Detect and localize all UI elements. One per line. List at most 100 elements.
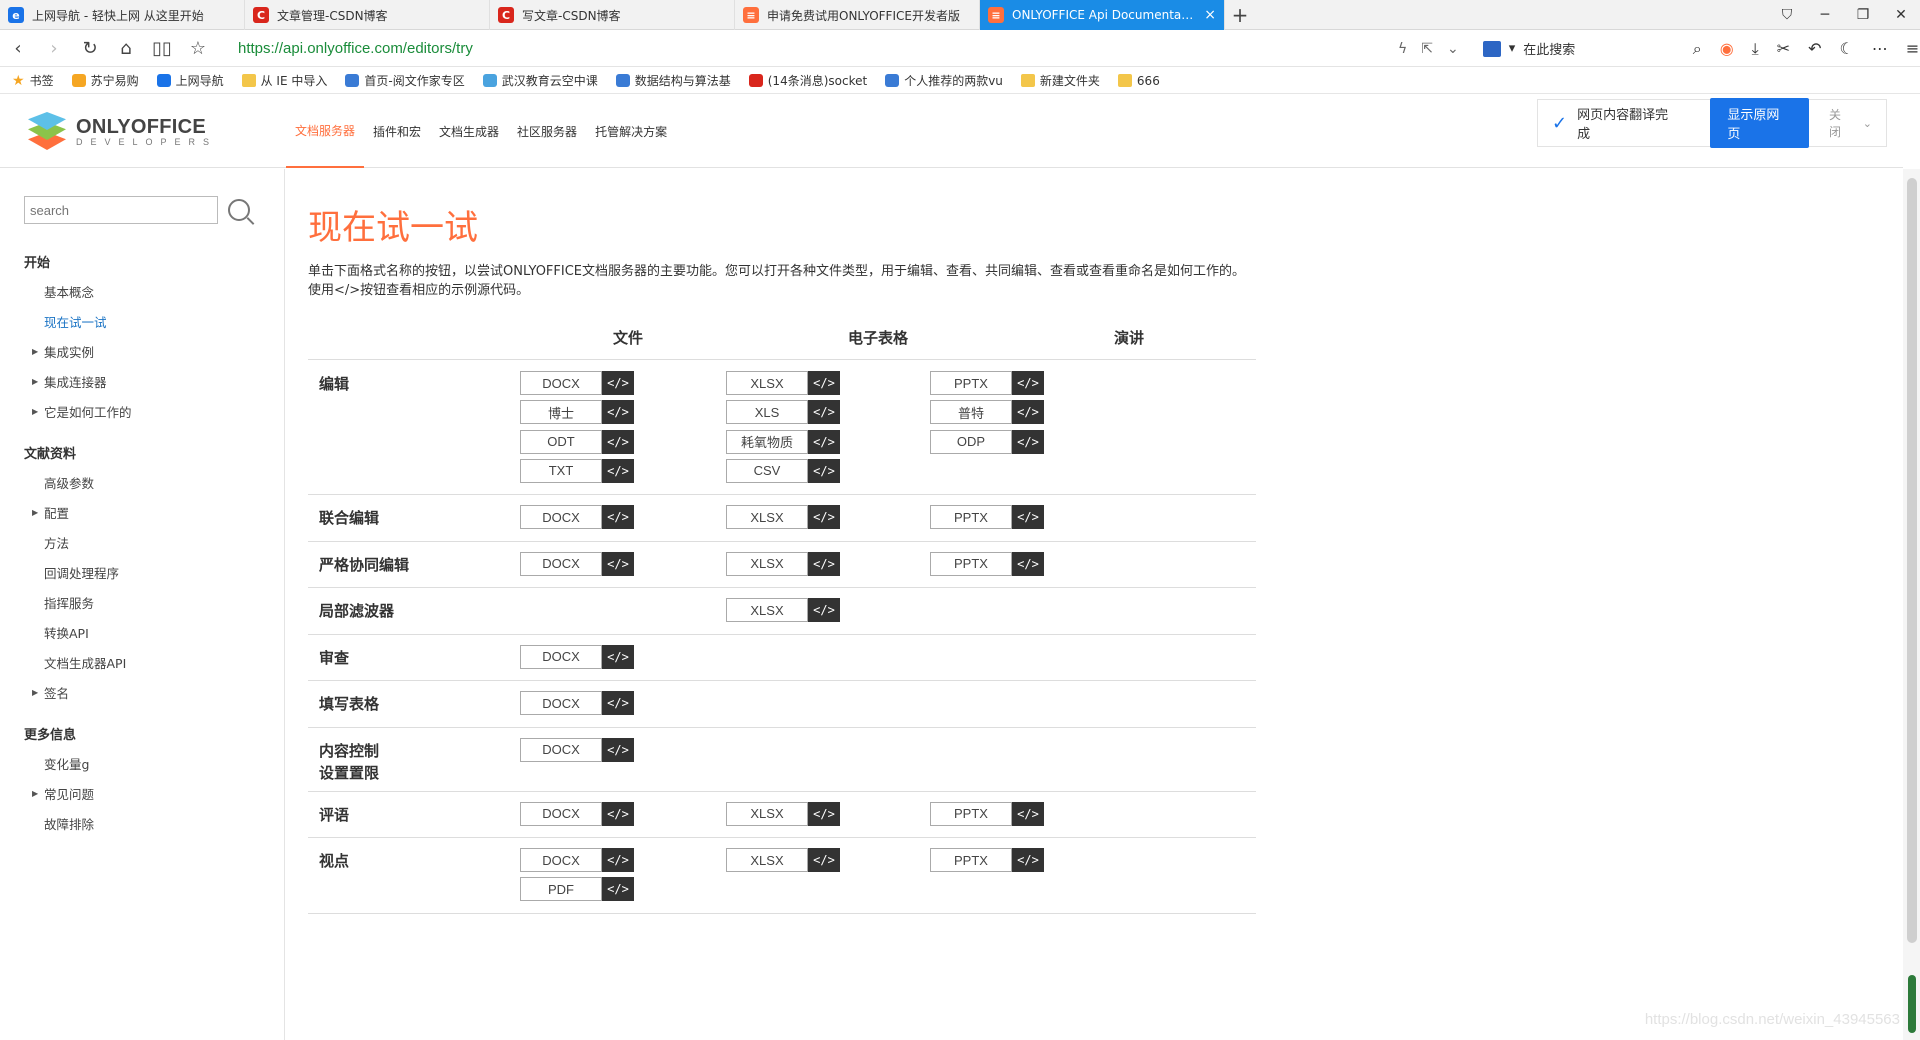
- view-code-button[interactable]: </>: [808, 371, 840, 395]
- view-code-button[interactable]: </>: [602, 801, 634, 826]
- share-icon[interactable]: ⇱: [1421, 41, 1433, 57]
- bookmark-item[interactable]: (14条消息)socket: [748, 72, 867, 89]
- open-format-button[interactable]: 博士: [520, 400, 602, 425]
- open-format-button[interactable]: DOCX: [520, 848, 602, 873]
- view-code-button[interactable]: </>: [1012, 848, 1044, 873]
- view-code-button[interactable]: </>: [808, 458, 840, 483]
- reload-button[interactable]: ↻: [72, 31, 108, 67]
- sidebar-item[interactable]: 故障排除: [24, 808, 274, 838]
- view-code-button[interactable]: </>: [602, 644, 634, 669]
- sidebar-item[interactable]: 现在试一试: [24, 306, 274, 336]
- chevron-down-icon[interactable]: ⌄: [1863, 117, 1872, 130]
- view-code-button[interactable]: </>: [1012, 400, 1044, 425]
- view-code-button[interactable]: </>: [1012, 801, 1044, 826]
- bookmark-item[interactable]: 上网导航: [156, 72, 224, 89]
- view-code-button[interactable]: </>: [602, 877, 634, 902]
- open-format-button[interactable]: PDF: [520, 877, 602, 902]
- view-code-button[interactable]: </>: [602, 848, 634, 873]
- bookmark-item[interactable]: 新建文件夹: [1020, 72, 1100, 89]
- view-code-button[interactable]: </>: [808, 551, 840, 576]
- forward-button[interactable]: ›: [36, 31, 72, 67]
- open-format-button[interactable]: DOCX: [520, 691, 602, 716]
- expand-triangle-icon[interactable]: ▶: [32, 377, 38, 386]
- open-format-button[interactable]: DOCX: [520, 551, 602, 576]
- night-mode-icon[interactable]: ☾: [1840, 39, 1854, 59]
- open-format-button[interactable]: PPTX: [930, 801, 1012, 826]
- flash-icon[interactable]: ϟ: [1398, 41, 1407, 57]
- view-code-button[interactable]: </>: [602, 429, 634, 454]
- open-format-button[interactable]: XLSX: [726, 801, 808, 826]
- sidebar-item[interactable]: ▶ 配置: [24, 497, 274, 527]
- open-format-button[interactable]: PPTX: [930, 848, 1012, 873]
- sidebar-item[interactable]: 转换API: [24, 617, 274, 647]
- sidebar-item[interactable]: ▶ 签名: [24, 677, 274, 707]
- expand-triangle-icon[interactable]: ▶: [32, 789, 38, 798]
- new-tab-button[interactable]: +: [1225, 0, 1255, 29]
- open-format-button[interactable]: XLSX: [726, 551, 808, 576]
- view-code-button[interactable]: </>: [602, 691, 634, 716]
- view-code-button[interactable]: </>: [602, 505, 634, 530]
- open-format-button[interactable]: DOCX: [520, 737, 602, 762]
- open-format-button[interactable]: DOCX: [520, 801, 602, 826]
- bookmark-item[interactable]: 苏宁易购: [71, 72, 139, 89]
- open-format-button[interactable]: PPTX: [930, 551, 1012, 576]
- main-nav-item[interactable]: 社区服务器: [508, 95, 586, 168]
- open-format-button[interactable]: ODT: [520, 429, 602, 454]
- open-format-button[interactable]: PPTX: [930, 371, 1012, 395]
- view-code-button[interactable]: </>: [808, 429, 840, 454]
- expand-triangle-icon[interactable]: ▶: [32, 347, 38, 356]
- view-code-button[interactable]: </>: [808, 848, 840, 873]
- menu-icon[interactable]: ≡: [1906, 39, 1919, 59]
- browser-tab[interactable]: C 文章管理-CSDN博客: [245, 0, 490, 30]
- bookmark-item[interactable]: 个人推荐的两款vu: [885, 72, 1003, 89]
- show-original-button[interactable]: 显示原网页: [1710, 98, 1809, 148]
- sidebar-search-input[interactable]: [24, 196, 218, 224]
- main-nav-item[interactable]: 文档服务器: [286, 95, 365, 168]
- sidebar-item[interactable]: 文档生成器API: [24, 647, 274, 677]
- bookmark-star-icon[interactable]: ☆: [180, 31, 216, 67]
- open-format-button[interactable]: XLSX: [726, 505, 808, 530]
- main-nav-item[interactable]: 插件和宏: [364, 95, 430, 168]
- bookmark-item[interactable]: ★ 书签: [12, 72, 54, 89]
- open-format-button[interactable]: XLSX: [726, 598, 808, 623]
- open-format-button[interactable]: CSV: [726, 458, 808, 483]
- scrollbar-thumb[interactable]: [1907, 178, 1917, 943]
- view-code-button[interactable]: </>: [602, 458, 634, 483]
- reader-mode-button[interactable]: ▯▯: [144, 31, 180, 67]
- view-code-button[interactable]: </>: [808, 598, 840, 623]
- sidebar-item[interactable]: 回调处理程序: [24, 557, 274, 587]
- minimize-button[interactable]: ─: [1806, 0, 1844, 30]
- close-tab-icon[interactable]: ×: [1204, 7, 1216, 23]
- onlyoffice-logo[interactable]: ONLYOFFICE DEVELOPERS: [26, 112, 217, 150]
- view-code-button[interactable]: </>: [602, 400, 634, 425]
- sidebar-item[interactable]: 基本概念: [24, 276, 274, 306]
- view-code-button[interactable]: </>: [1012, 505, 1044, 530]
- undo-icon[interactable]: ↶: [1808, 39, 1821, 59]
- open-format-button[interactable]: TXT: [520, 458, 602, 483]
- main-nav-item[interactable]: 文档生成器: [430, 95, 508, 168]
- view-code-button[interactable]: </>: [808, 505, 840, 530]
- sidebar-section-title[interactable]: 更多信息: [24, 718, 274, 748]
- browser-tab[interactable]: e 上网导航 - 轻快上网 从这里开始: [0, 0, 245, 30]
- sidebar-item[interactable]: ▶ 它是如何工作的: [24, 396, 274, 426]
- browser-tab[interactable]: ≡ ONLYOFFICE Api Documentation ×: [980, 0, 1225, 30]
- shirt-icon[interactable]: ⛉: [1768, 0, 1806, 30]
- url-field[interactable]: https://api.onlyoffice.com/editors/try: [238, 40, 1378, 57]
- download-icon[interactable]: ⤓: [1752, 39, 1759, 59]
- back-button[interactable]: ‹: [0, 31, 36, 67]
- view-code-button[interactable]: </>: [602, 737, 634, 762]
- browser-tab[interactable]: C 写文章-CSDN博客: [490, 0, 735, 30]
- open-format-button[interactable]: PPTX: [930, 505, 1012, 530]
- sidebar-item[interactable]: 指挥服务: [24, 587, 274, 617]
- chevron-down-icon[interactable]: ⌄: [1447, 41, 1459, 57]
- sidebar-item[interactable]: 方法: [24, 527, 274, 557]
- open-format-button[interactable]: 普特: [930, 400, 1012, 425]
- open-format-button[interactable]: 耗氧物质: [726, 429, 808, 454]
- view-code-button[interactable]: </>: [1012, 551, 1044, 576]
- view-code-button[interactable]: </>: [602, 551, 634, 576]
- bookmark-item[interactable]: 数据结构与算法基: [615, 72, 731, 89]
- open-format-button[interactable]: DOCX: [520, 644, 602, 669]
- view-code-button[interactable]: </>: [1012, 429, 1044, 454]
- expand-triangle-icon[interactable]: ▶: [32, 688, 38, 697]
- bookmark-item[interactable]: 首页-阅文作家专区: [345, 72, 465, 89]
